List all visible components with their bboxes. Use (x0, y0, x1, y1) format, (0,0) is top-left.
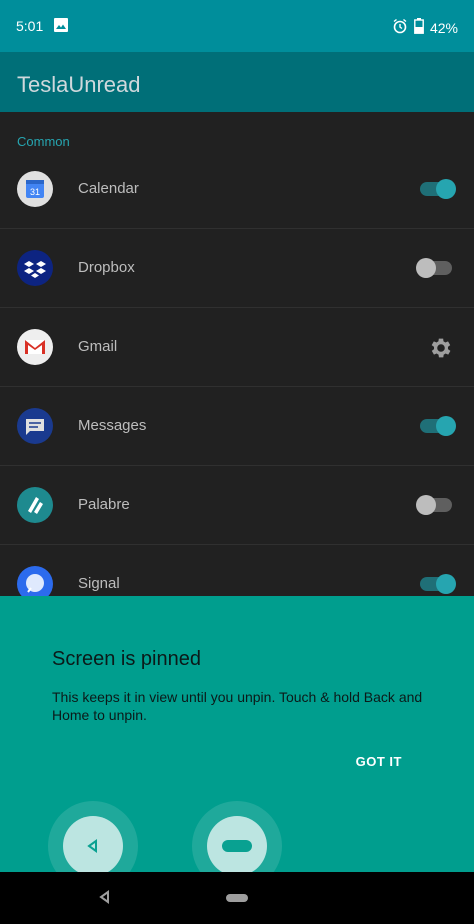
svg-text:31: 31 (30, 187, 40, 197)
screen-pinned-dialog: Screen is pinned This keeps it in view u… (0, 596, 474, 891)
messages-toggle[interactable] (420, 416, 456, 436)
home-pill-button[interactable] (226, 894, 248, 902)
home-hint-button[interactable] (207, 816, 267, 876)
status-indicators: 42% (392, 18, 458, 37)
app-list: Common 31 Calendar Dropbox Gmail Message… (0, 112, 474, 597)
dialog-message: This keeps it in view until you unpin. T… (52, 689, 423, 723)
list-item-signal[interactable]: Signal (0, 545, 474, 597)
app-title: TeslaUnread (17, 72, 141, 97)
status-time: 5:01 (16, 18, 44, 34)
signal-toggle[interactable] (420, 574, 456, 594)
list-item-palabre[interactable]: Palabre (0, 466, 474, 545)
list-item-dropbox[interactable]: Dropbox (0, 229, 474, 308)
dropbox-icon (17, 250, 53, 286)
got-it-button[interactable]: GOT IT (356, 754, 402, 769)
app-label: Palabre (78, 496, 130, 513)
dialog-title: Screen is pinned (52, 648, 201, 670)
dropbox-toggle[interactable] (416, 258, 452, 278)
app-label: Messages (78, 417, 147, 434)
back-arrow-icon (87, 839, 97, 853)
calendar-icon: 31 (17, 171, 53, 207)
list-item-gmail[interactable]: Gmail (0, 308, 474, 387)
navigation-bar (0, 872, 474, 924)
app-bar: TeslaUnread (0, 52, 474, 112)
app-label: Calendar (78, 180, 139, 197)
image-notification-icon (54, 18, 68, 35)
signal-icon (17, 566, 53, 597)
alarm-icon (392, 18, 408, 37)
app-label: Dropbox (78, 259, 135, 276)
palabre-icon (17, 487, 53, 523)
battery-icon (414, 18, 424, 37)
gmail-icon (17, 329, 53, 365)
palabre-toggle[interactable] (416, 495, 452, 515)
home-pill-icon (222, 840, 252, 852)
app-label: Signal (78, 575, 120, 592)
messages-icon (17, 408, 53, 444)
status-bar: 5:01 42% (0, 0, 474, 52)
back-icon[interactable] (98, 890, 110, 909)
gear-icon[interactable] (428, 335, 454, 366)
battery-percent: 42% (429, 19, 458, 36)
calendar-toggle[interactable] (420, 179, 456, 199)
list-item-calendar[interactable]: 31 Calendar (0, 150, 474, 229)
section-header: Common (17, 134, 70, 149)
app-label: Gmail (78, 338, 118, 355)
back-hint-button[interactable] (63, 816, 123, 876)
list-item-messages[interactable]: Messages (0, 387, 474, 466)
